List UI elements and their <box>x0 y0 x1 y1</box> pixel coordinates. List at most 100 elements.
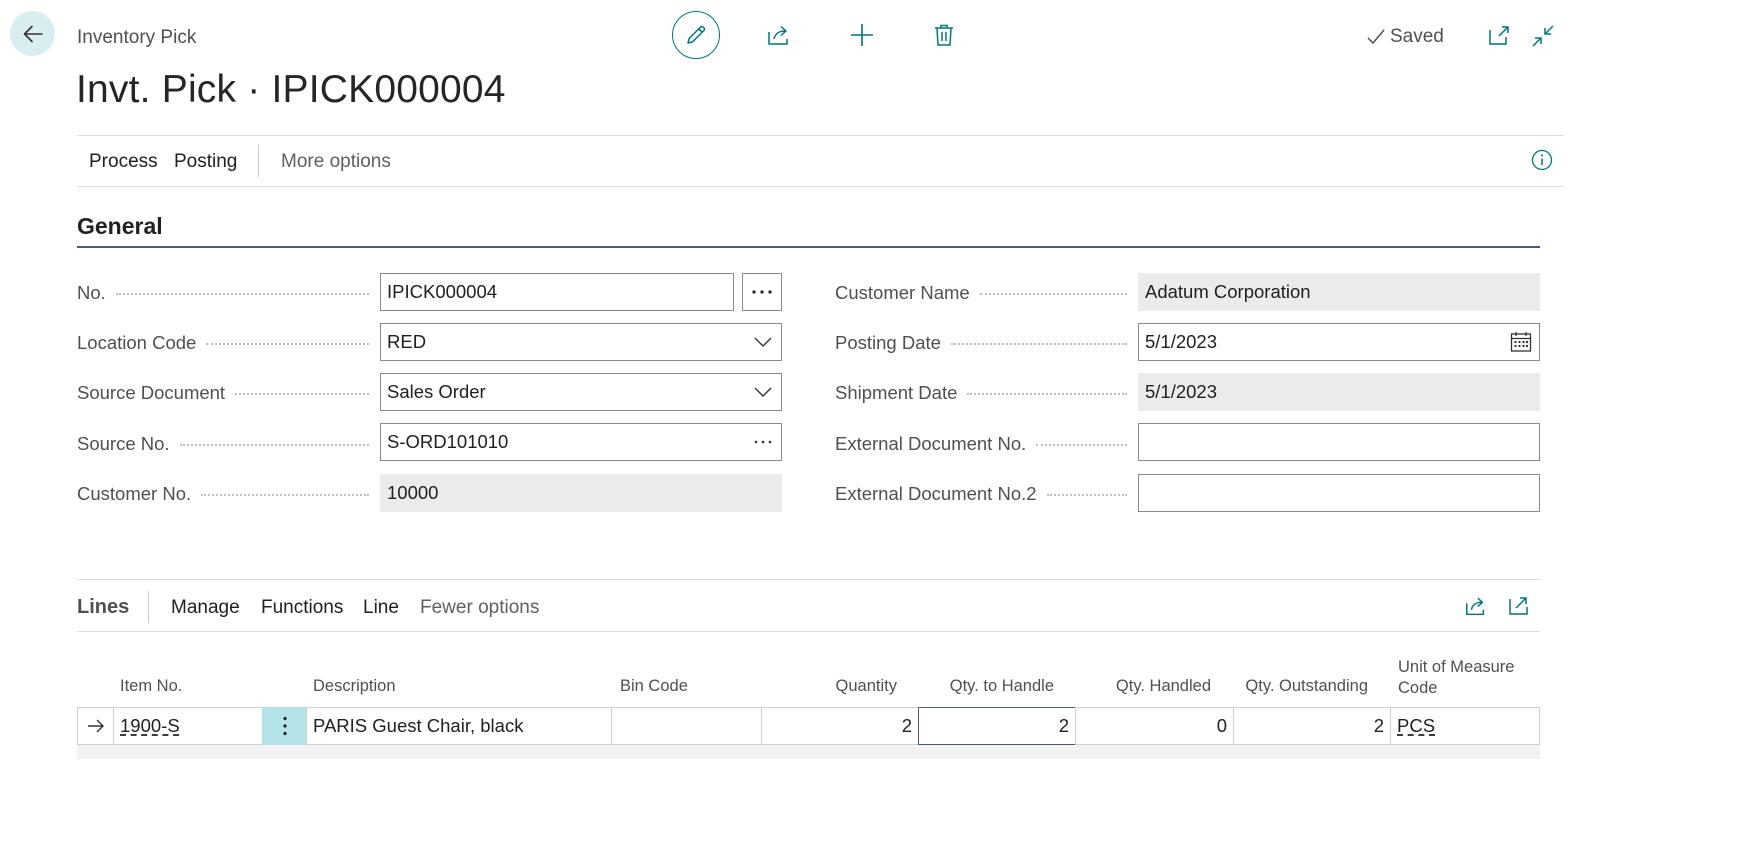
field-label-customer-name: Customer Name <box>835 274 1127 312</box>
field-label-external-document-no-2-text: External Document No.2 <box>835 483 1037 504</box>
customer-no-value: 10000 <box>387 482 439 503</box>
pencil-icon <box>687 25 706 44</box>
lines-share-button[interactable] <box>1464 594 1488 618</box>
customer-name-value: Adatum Corporation <box>1145 281 1311 302</box>
column-header-qty-handled[interactable]: Qty. Handled <box>1076 676 1211 697</box>
row-indicator[interactable] <box>77 707 114 745</box>
info-button[interactable] <box>1531 149 1553 171</box>
no-assist-button[interactable] <box>742 273 782 311</box>
field-label-source-document-text: Source Document <box>77 382 226 403</box>
plus-icon <box>851 24 873 46</box>
info-icon <box>1531 149 1553 171</box>
column-header-quantity[interactable]: Quantity <box>762 676 897 697</box>
cell-unit-of-measure[interactable]: PCS <box>1390 707 1540 745</box>
source-no-field[interactable]: S-ORD101010 <box>380 423 782 461</box>
source-no-value: S-ORD101010 <box>387 431 509 452</box>
posting-date-picker-button[interactable] <box>1503 331 1539 353</box>
general-section-rule <box>77 246 1540 248</box>
field-label-source-no-text: Source No. <box>77 433 170 454</box>
posting-date-field[interactable]: 5/1/2023 <box>1138 323 1540 361</box>
source-no-lookup-button[interactable] <box>745 440 781 444</box>
chevron-down-icon <box>754 337 772 347</box>
source-document-select[interactable]: Sales Order <box>380 373 782 411</box>
calendar-icon <box>1510 332 1532 352</box>
column-header-uom-line1: Unit of Measure <box>1398 658 1515 676</box>
field-label-customer-name-text: Customer Name <box>835 282 970 303</box>
lines-action-line[interactable]: Line <box>363 597 399 619</box>
delete-button[interactable] <box>931 22 957 48</box>
no-field-value: IPICK000004 <box>387 281 498 302</box>
shipment-date-value: 5/1/2023 <box>1145 381 1218 402</box>
column-header-unit-of-measure-code[interactable]: Unit of Measure Code <box>1398 657 1514 699</box>
field-label-external-document-no: External Document No. <box>835 425 1127 463</box>
vertical-ellipsis-icon <box>282 716 287 736</box>
share-button[interactable] <box>766 22 792 48</box>
customer-name-field: Adatum Corporation <box>1138 273 1540 311</box>
lines-action-manage[interactable]: Manage <box>171 597 240 619</box>
row-actions-button[interactable] <box>262 707 307 745</box>
edit-button[interactable] <box>672 11 720 59</box>
field-label-shipment-date-text: Shipment Date <box>835 382 958 403</box>
cell-qty-to-handle[interactable]: 2 <box>918 707 1076 745</box>
general-section-title: General <box>77 213 163 239</box>
expand-icon <box>1509 597 1528 615</box>
lines-title[interactable]: Lines <box>77 596 129 619</box>
column-header-qty-to-handle[interactable]: Qty. to Handle <box>919 676 1054 697</box>
field-label-customer-no-text: Customer No. <box>77 483 192 504</box>
action-process[interactable]: Process <box>89 151 158 173</box>
column-header-item-no[interactable]: Item No. <box>120 676 182 697</box>
field-label-external-document-no-text: External Document No. <box>835 433 1027 454</box>
field-label-location-code: Location Code <box>77 324 369 362</box>
action-separator <box>258 145 259 177</box>
field-label-posting-date: Posting Date <box>835 324 1127 362</box>
field-label-no: No. <box>77 274 369 312</box>
no-field[interactable]: IPICK000004 <box>380 273 734 311</box>
ellipsis-icon <box>752 290 772 294</box>
lines-bar-bottom-rule <box>77 631 1540 632</box>
cell-bin-code[interactable] <box>611 707 762 745</box>
lines-top-rule <box>77 579 1540 580</box>
arrow-right-icon <box>87 719 104 733</box>
external-document-no-2-field[interactable] <box>1138 474 1540 512</box>
posting-date-value: 5/1/2023 <box>1145 331 1218 352</box>
chevron-down-icon <box>754 387 772 397</box>
field-label-source-document: Source Document <box>77 374 369 412</box>
back-button[interactable] <box>10 11 55 56</box>
field-label-no-text: No. <box>77 282 106 303</box>
column-header-bin-code[interactable]: Bin Code <box>620 676 688 697</box>
cell-quantity-text: 2 <box>901 715 912 736</box>
lines-separator <box>148 591 149 623</box>
cell-item-no[interactable]: 1900-S <box>113 707 263 745</box>
trash-icon <box>935 24 953 46</box>
lines-expand-button[interactable] <box>1508 595 1530 617</box>
uom-link[interactable]: PCS <box>1397 715 1435 737</box>
action-posting[interactable]: Posting <box>174 151 237 173</box>
cell-description-text: PARIS Guest Chair, black <box>313 715 524 736</box>
lines-action-functions[interactable]: Functions <box>261 597 343 619</box>
action-bar-top-rule <box>77 135 1564 136</box>
customer-no-field: 10000 <box>380 474 782 512</box>
lines-action-fewer-options[interactable]: Fewer options <box>420 597 539 619</box>
field-label-shipment-date: Shipment Date <box>835 374 1127 412</box>
cell-qty-outstanding[interactable]: 2 <box>1233 707 1391 745</box>
cell-description[interactable]: PARIS Guest Chair, black <box>306 707 612 745</box>
column-header-qty-outstanding[interactable]: Qty. Outstanding <box>1233 676 1368 697</box>
column-header-description[interactable]: Description <box>313 676 396 697</box>
open-new-window-button[interactable] <box>1488 25 1510 47</box>
field-label-source-no: Source No. <box>77 425 369 463</box>
cell-quantity[interactable]: 2 <box>761 707 919 745</box>
page-caption: Inventory Pick <box>77 27 197 48</box>
save-status: Saved <box>1366 26 1444 48</box>
collapse-button[interactable] <box>1531 24 1555 48</box>
external-document-no-field[interactable] <box>1138 423 1540 461</box>
cell-qty-outstanding-text: 2 <box>1373 715 1384 736</box>
page-title: Invt. Pick · IPICK000004 <box>76 68 506 111</box>
cell-qty-handled[interactable]: 0 <box>1075 707 1234 745</box>
location-code-select[interactable]: RED <box>380 323 782 361</box>
new-button[interactable] <box>849 22 875 48</box>
open-new-window-icon <box>1489 26 1509 45</box>
column-header-uom-line2: Code <box>1398 679 1438 697</box>
action-more-options[interactable]: More options <box>281 151 391 173</box>
item-no-link[interactable]: 1900-S <box>120 715 180 737</box>
share-icon <box>768 25 788 45</box>
